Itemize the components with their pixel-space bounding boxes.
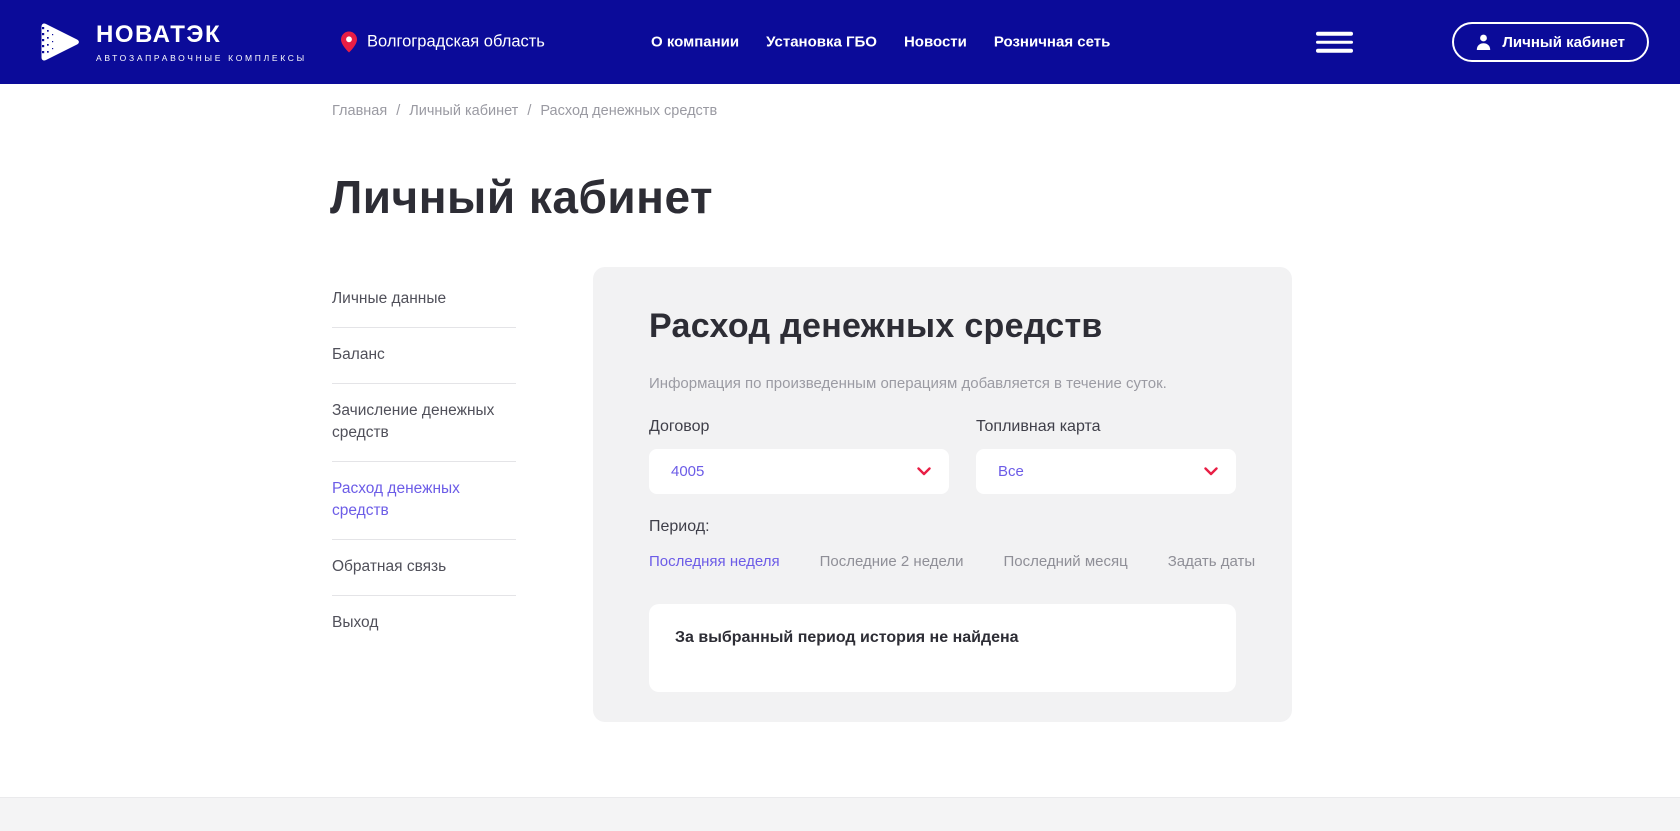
- breadcrumb-separator: /: [527, 103, 532, 119]
- nav-item-about[interactable]: О компании: [651, 34, 739, 51]
- fuel-card-label: Топливная карта: [976, 418, 1101, 435]
- contract-select[interactable]: 4005: [649, 449, 949, 494]
- sidebar-item-personal-data[interactable]: Личные данные: [332, 272, 516, 328]
- account-button[interactable]: Личный кабинет: [1452, 22, 1649, 62]
- breadcrumb-separator: /: [396, 103, 401, 119]
- breadcrumb-current: Расход денежных средств: [540, 103, 718, 119]
- period-option-last-month[interactable]: Последний месяц: [1003, 553, 1127, 570]
- sidebar-item-deposit[interactable]: Зачисление денежных средств: [332, 384, 516, 462]
- user-icon: [1476, 34, 1491, 50]
- sidebar-item-feedback[interactable]: Обратная связь: [332, 540, 516, 596]
- sidebar-item-logout[interactable]: Выход: [332, 596, 516, 651]
- panel-note: Информация по произведенным операциям до…: [649, 375, 1167, 392]
- account-sidebar: Личные данные Баланс Зачисление денежных…: [332, 272, 516, 651]
- region-label: Волгоградская область: [367, 32, 545, 51]
- sidebar-item-spending[interactable]: Расход денежных средств: [332, 462, 516, 540]
- nav-item-retail[interactable]: Розничная сеть: [994, 34, 1110, 51]
- history-empty-message: За выбранный период история не найдена: [675, 629, 1019, 646]
- contract-field: Договор 4005: [649, 418, 949, 494]
- main-nav: О компании Установка ГБО Новости Розничн…: [651, 34, 1110, 51]
- fuel-card-value: Все: [998, 463, 1024, 480]
- breadcrumb: Главная / Личный кабинет / Расход денежн…: [332, 103, 717, 119]
- nav-item-gbo[interactable]: Установка ГБО: [766, 34, 877, 51]
- fuel-card-select[interactable]: Все: [976, 449, 1236, 494]
- history-empty-card: За выбранный период история не найдена: [649, 604, 1236, 692]
- period-label: Период:: [649, 518, 710, 535]
- contract-label: Договор: [649, 418, 710, 435]
- logo-title: НОВАТЭК: [96, 21, 222, 48]
- account-button-label: Личный кабинет: [1502, 33, 1625, 51]
- menu-icon[interactable]: [1316, 31, 1353, 53]
- filters-row: Договор 4005 Топливная карта Все: [649, 418, 1236, 494]
- sidebar-item-balance[interactable]: Баланс: [332, 328, 516, 384]
- contract-value: 4005: [671, 463, 705, 480]
- location-pin-icon: [341, 31, 357, 53]
- nav-item-news[interactable]: Новости: [904, 34, 967, 51]
- breadcrumb-home[interactable]: Главная: [332, 103, 387, 119]
- footer-strip: [0, 797, 1680, 831]
- period-option-last-2-weeks[interactable]: Последние 2 недели: [820, 553, 964, 570]
- chevron-down-icon: [1204, 467, 1218, 476]
- panel-title: Расход денежных средств: [649, 307, 1103, 345]
- top-header: НОВАТЭК АВТОЗАПРАВОЧНЫЕ КОМПЛЕКСЫ Волгог…: [0, 0, 1680, 84]
- logo[interactable]: НОВАТЭК АВТОЗАПРАВОЧНЫЕ КОМПЛЕКСЫ: [34, 17, 307, 67]
- region-selector[interactable]: Волгоградская область: [341, 31, 545, 53]
- period-option-last-week[interactable]: Последняя неделя: [649, 553, 780, 570]
- spending-panel: Расход денежных средств Информация по пр…: [593, 267, 1292, 722]
- period-option-custom-dates[interactable]: Задать даты: [1168, 553, 1255, 570]
- page-title: Личный кабинет: [330, 171, 713, 223]
- chevron-down-icon: [917, 467, 931, 476]
- logo-mark-icon: [34, 17, 84, 67]
- period-options: Последняя неделя Последние 2 недели Посл…: [649, 553, 1255, 570]
- fuel-card-field: Топливная карта Все: [976, 418, 1236, 494]
- logo-subtitle: АВТОЗАПРАВОЧНЫЕ КОМПЛЕКСЫ: [96, 53, 307, 63]
- breadcrumb-account[interactable]: Личный кабинет: [409, 103, 518, 119]
